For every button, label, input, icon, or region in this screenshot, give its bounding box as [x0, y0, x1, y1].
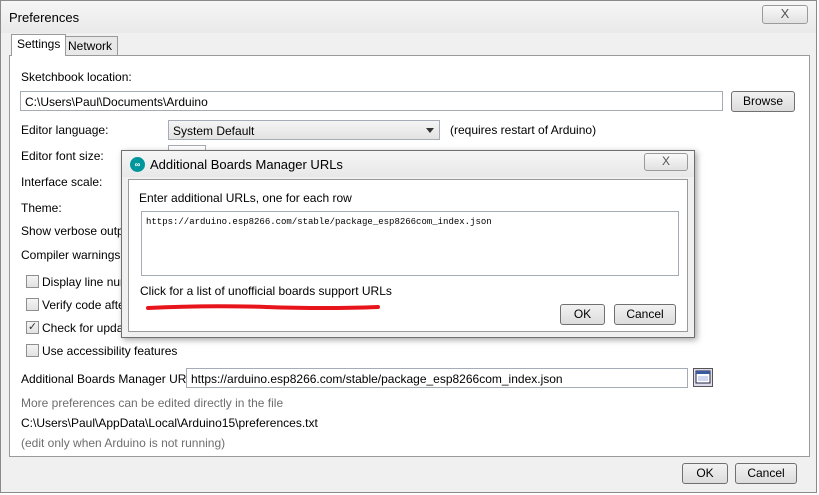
verbose-output-label: Show verbose output	[21, 224, 134, 238]
window-close-button[interactable]: X	[762, 5, 808, 24]
check-updates-checkbox[interactable]: ✓	[26, 321, 39, 334]
interface-scale-label: Interface scale:	[21, 175, 103, 189]
accessibility-label: Use accessibility features	[42, 344, 178, 358]
open-url-editor-icon[interactable]	[693, 368, 713, 387]
cancel-button[interactable]: Cancel	[735, 463, 797, 484]
theme-label: Theme:	[21, 201, 62, 215]
preferences-file-path: C:\Users\Paul\AppData\Local\Arduino15\pr…	[21, 416, 318, 430]
dialog-cancel-button[interactable]: Cancel	[614, 304, 676, 325]
tab-settings[interactable]: Settings	[11, 34, 67, 56]
arduino-logo-icon: ∞	[130, 157, 145, 172]
window-icon	[695, 370, 711, 384]
editor-language-note: (requires restart of Arduino)	[450, 123, 597, 137]
dialog-title: Additional Boards Manager URLs	[150, 157, 343, 172]
display-line-numbers-checkbox[interactable]	[26, 275, 39, 288]
dialog-ok-button[interactable]: OK	[560, 304, 605, 325]
unofficial-boards-link[interactable]: Click for a list of unofficial boards su…	[140, 284, 392, 298]
dialog-title-bar: ∞ Additional Boards Manager URLs X	[122, 151, 694, 177]
window-title: Preferences	[9, 10, 80, 25]
boards-urls-input[interactable]: https://arduino.esp8266.com/stable/packa…	[186, 368, 688, 388]
check-updates-label: Check for update	[42, 321, 134, 335]
sketchbook-location-input[interactable]: C:\Users\Paul\Documents\Arduino	[20, 91, 723, 111]
boards-urls-label: Additional Boards Manager URLs:	[21, 372, 203, 386]
editor-font-size-label: Editor font size:	[21, 149, 104, 163]
chevron-down-icon	[426, 128, 434, 133]
red-underline-annotation	[146, 304, 380, 310]
editor-language-label: Editor language:	[21, 123, 109, 137]
edit-note: (edit only when Arduino is not running)	[21, 436, 226, 450]
editor-language-select[interactable]: System Default	[168, 120, 440, 140]
tab-network[interactable]: Network	[62, 36, 119, 55]
dialog-instruction: Enter additional URLs, one for each row	[139, 191, 352, 205]
editor-language-value: System Default	[173, 124, 255, 138]
verify-code-checkbox[interactable]	[26, 298, 39, 311]
compiler-warnings-label: Compiler warnings:	[21, 248, 124, 262]
urls-textarea[interactable]: https://arduino.esp8266.com/stable/packa…	[141, 211, 679, 276]
more-preferences-note: More preferences can be edited directly …	[21, 396, 284, 410]
sketchbook-label: Sketchbook location:	[21, 70, 132, 84]
verify-code-label: Verify code after	[42, 298, 129, 312]
accessibility-checkbox[interactable]	[26, 344, 39, 357]
browse-button[interactable]: Browse	[731, 91, 795, 112]
title-bar: Preferences X	[1, 1, 816, 33]
dialog-close-button[interactable]: X	[644, 153, 688, 171]
ok-button[interactable]: OK	[682, 463, 728, 484]
checkmark-icon: ✓	[27, 321, 38, 333]
